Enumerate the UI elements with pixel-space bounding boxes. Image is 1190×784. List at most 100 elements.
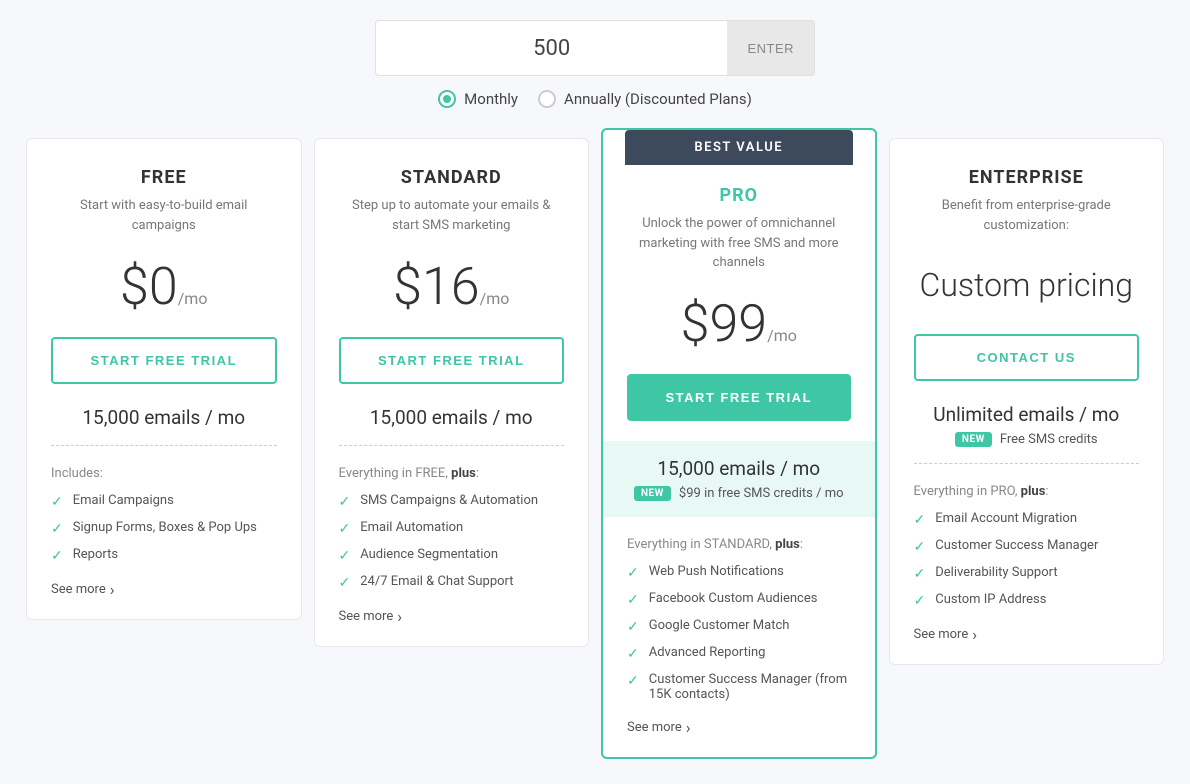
enterprise-cta-button[interactable]: CONTACT US <box>914 334 1140 381</box>
check-icon: ✓ <box>339 575 351 591</box>
enterprise-plan-description: Benefit from enterprise-grade customizat… <box>914 196 1140 236</box>
standard-cta-button[interactable]: START FREE TRIAL <box>339 337 565 384</box>
check-icon: ✓ <box>339 494 351 510</box>
top-section: 500 ENTER Monthly Annually (Discounted P… <box>0 0 1190 118</box>
check-icon: ✓ <box>914 593 926 609</box>
check-icon: ✓ <box>339 548 351 564</box>
free-features-section: Includes: ✓ Email Campaigns ✓ Signup For… <box>51 466 277 564</box>
enterprise-sms-text: Free SMS credits <box>1000 432 1098 447</box>
free-plan-price: $0/mo <box>51 256 277 317</box>
check-icon: ✓ <box>627 592 639 608</box>
monthly-label: Monthly <box>464 90 518 108</box>
feature-text: Deliverability Support <box>935 565 1057 580</box>
free-price-period: /mo <box>178 289 208 308</box>
enterprise-features-section: Everything in PRO, plus: ✓ Email Account… <box>914 484 1140 609</box>
feature-text: Reports <box>73 547 118 562</box>
list-item: ✓ Signup Forms, Boxes & Pop Ups <box>51 520 277 537</box>
pro-price-period: /mo <box>767 326 797 345</box>
pro-features-label: Everything in STANDARD, plus: <box>627 537 851 552</box>
feature-text: Signup Forms, Boxes & Pop Ups <box>73 520 257 535</box>
feature-text: Customer Success Manager (from 15K conta… <box>649 672 851 702</box>
pro-see-more[interactable]: See more <box>627 718 851 737</box>
enterprise-features-label: Everything in PRO, plus: <box>914 484 1140 499</box>
pro-new-tag: NEW <box>634 486 671 501</box>
feature-text: Advanced Reporting <box>649 645 766 660</box>
standard-plan-name: STANDARD <box>339 167 565 188</box>
list-item: ✓ 24/7 Email & Chat Support <box>339 574 565 591</box>
feature-text: Email Automation <box>360 520 463 535</box>
pro-plan-price: $99/mo <box>627 293 851 354</box>
list-item: ✓ Facebook Custom Audiences <box>627 591 851 608</box>
enterprise-price-custom: Custom pricing <box>914 256 1140 314</box>
free-see-more[interactable]: See more <box>51 580 277 599</box>
pro-features-section: Everything in STANDARD, plus: ✓ Web Push… <box>627 517 851 702</box>
standard-see-more[interactable]: See more <box>339 607 565 626</box>
pro-plan-name: PRO <box>627 185 851 206</box>
standard-emails-amount: 15,000 emails / mo <box>339 406 565 429</box>
feature-text: Facebook Custom Audiences <box>649 591 818 606</box>
annually-radio-circle <box>538 90 556 108</box>
enterprise-plan-card: ENTERPRISE Benefit from enterprise-grade… <box>889 138 1165 665</box>
pro-emails-section: 15,000 emails / mo NEW $99 in free SMS c… <box>603 441 875 517</box>
standard-features-section: Everything in FREE, plus: ✓ SMS Campaign… <box>339 466 565 591</box>
standard-plan-price: $16/mo <box>339 256 565 317</box>
best-value-banner: BEST VALUE <box>625 130 853 165</box>
check-icon: ✓ <box>51 494 63 510</box>
list-item: ✓ Email Campaigns <box>51 493 277 510</box>
annually-radio[interactable]: Annually (Discounted Plans) <box>538 90 752 108</box>
enterprise-plan-price: Custom pricing <box>914 256 1140 314</box>
pro-sms-badge: NEW $99 in free SMS credits / mo <box>627 486 851 501</box>
pro-plan-description: Unlock the power of omnichannel marketin… <box>627 214 851 273</box>
enterprise-see-more[interactable]: See more <box>914 625 1140 644</box>
feature-text: Customer Success Manager <box>935 538 1098 553</box>
list-item: ✓ Email Account Migration <box>914 511 1140 528</box>
list-item: ✓ Google Customer Match <box>627 618 851 635</box>
billing-toggle: Monthly Annually (Discounted Plans) <box>438 90 752 108</box>
feature-text: Web Push Notifications <box>649 564 784 579</box>
monthly-radio-circle <box>438 90 456 108</box>
pro-sms-text: $99 in free SMS credits / mo <box>679 486 844 501</box>
contact-count-box: 500 ENTER <box>375 20 815 76</box>
check-icon: ✓ <box>914 566 926 582</box>
monthly-radio[interactable]: Monthly <box>438 90 518 108</box>
free-plan-name: FREE <box>51 167 277 188</box>
feature-text: Audience Segmentation <box>360 547 498 562</box>
enter-button[interactable]: ENTER <box>727 21 814 75</box>
list-item: ✓ Web Push Notifications <box>627 564 851 581</box>
pro-price-amount: $99 <box>681 293 768 354</box>
enterprise-new-tag: NEW <box>955 432 992 447</box>
list-item: ✓ Audience Segmentation <box>339 547 565 564</box>
check-icon: ✓ <box>914 539 926 555</box>
free-features-label: Includes: <box>51 466 277 481</box>
annually-label: Annually (Discounted Plans) <box>564 90 752 108</box>
enterprise-emails-amount: Unlimited emails / mo <box>914 403 1140 426</box>
free-emails-section: 15,000 emails / mo <box>51 406 277 446</box>
list-item: ✓ Custom IP Address <box>914 592 1140 609</box>
feature-text: SMS Campaigns & Automation <box>360 493 538 508</box>
standard-price-period: /mo <box>480 289 510 308</box>
list-item: ✓ Deliverability Support <box>914 565 1140 582</box>
list-item: ✓ Advanced Reporting <box>627 645 851 662</box>
standard-plan-card: STANDARD Step up to automate your emails… <box>314 138 590 647</box>
feature-text: Email Account Migration <box>935 511 1077 526</box>
enterprise-emails-section: Unlimited emails / mo NEW Free SMS credi… <box>914 403 1140 464</box>
check-icon: ✓ <box>51 548 63 564</box>
list-item: ✓ Customer Success Manager <box>914 538 1140 555</box>
enterprise-sms-badge: NEW Free SMS credits <box>914 432 1140 447</box>
check-icon: ✓ <box>51 521 63 537</box>
list-item: ✓ Email Automation <box>339 520 565 537</box>
feature-text: Google Customer Match <box>649 618 790 633</box>
check-icon: ✓ <box>339 521 351 537</box>
standard-price-amount: $16 <box>393 256 480 317</box>
free-plan-description: Start with easy-to-build email campaigns <box>51 196 277 236</box>
free-plan-card: FREE Start with easy-to-build email camp… <box>26 138 302 620</box>
free-price-amount: $0 <box>120 256 178 317</box>
feature-text: Custom IP Address <box>935 592 1046 607</box>
check-icon: ✓ <box>627 565 639 581</box>
check-icon: ✓ <box>914 512 926 528</box>
pro-emails-amount: 15,000 emails / mo <box>627 457 851 480</box>
pro-cta-button[interactable]: START FREE TRIAL <box>627 374 851 421</box>
pro-plan-card: BEST VALUE PRO Unlock the power of omnic… <box>601 128 877 759</box>
list-item: ✓ Customer Success Manager (from 15K con… <box>627 672 851 702</box>
free-cta-button[interactable]: START FREE TRIAL <box>51 337 277 384</box>
